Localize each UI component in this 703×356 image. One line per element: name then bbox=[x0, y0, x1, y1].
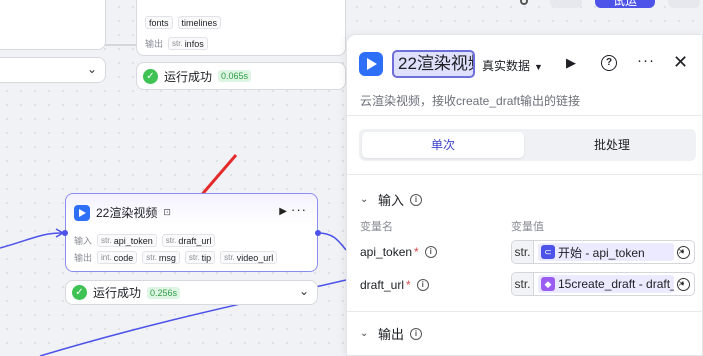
output-tag: timelines bbox=[177, 16, 222, 29]
param-draft-url: draft_url * i bbox=[360, 278, 429, 292]
node-description: 云渲染视频，接收create_draft输出的链接 bbox=[360, 94, 581, 108]
duration-badge: 0.065s bbox=[218, 70, 252, 82]
start-node-icon: ⊂ bbox=[541, 245, 555, 259]
render-video-node[interactable]: 22渲染视频 ⊡ ▶ ··· 输入 str. api_token str. draf… bbox=[65, 193, 318, 272]
caret-down-icon: ▼ bbox=[534, 62, 543, 72]
node-name-input[interactable]: 22渲染视频 bbox=[392, 50, 475, 78]
variable-reference[interactable]: ⊂ 开始 - api_token bbox=[538, 243, 674, 261]
data-mode-select[interactable]: 真实数据 ▼ bbox=[482, 57, 543, 74]
more-icon[interactable]: ··· bbox=[637, 52, 655, 69]
toolbar-menu-button[interactable] bbox=[668, 0, 700, 8]
divider bbox=[347, 311, 703, 312]
help-icon[interactable]: ? bbox=[601, 55, 617, 71]
edge-into-node bbox=[0, 232, 63, 249]
column-header-value: 变量值 bbox=[511, 221, 544, 233]
chevron-down-icon: ⌄ bbox=[360, 328, 369, 339]
output-tag: fonts bbox=[145, 16, 173, 29]
output-tag: str. infos bbox=[168, 37, 208, 50]
check-circle-icon: ✓ bbox=[143, 68, 158, 84]
input-label: 输入 bbox=[74, 236, 93, 246]
type-label: str. bbox=[512, 273, 534, 295]
output-port[interactable] bbox=[315, 230, 321, 236]
input-section-header[interactable]: ⌄ 输入 i bbox=[360, 190, 423, 209]
run-mode-tabs: 单次 批处理 bbox=[359, 129, 696, 161]
output-section-header[interactable]: ⌄ 输出 i bbox=[360, 324, 423, 343]
check-circle-icon: ✓ bbox=[72, 285, 87, 300]
output-tag: str. video_url bbox=[220, 251, 278, 264]
workflow-canvas[interactable]: 试运 ⌄ fonts timelines 输出 str. infos ✓ 运行成功… bbox=[0, 0, 703, 356]
input-tag: str. draft_url bbox=[161, 234, 216, 247]
upstream-node-middle-status[interactable]: ✓ 运行成功 0.065s bbox=[136, 62, 346, 90]
status-text: 运行成功 bbox=[93, 286, 142, 300]
column-header-name: 变量名 bbox=[360, 221, 393, 233]
chevron-down-icon[interactable]: ⌄ bbox=[87, 62, 97, 76]
edge-out-of-node bbox=[317, 232, 347, 251]
variable-picker-icon[interactable] bbox=[677, 278, 690, 291]
close-icon[interactable]: ✕ bbox=[673, 52, 688, 73]
play-icon[interactable]: ▶ bbox=[279, 206, 287, 217]
tab-single[interactable]: 单次 bbox=[362, 132, 524, 158]
upstream-node-middle[interactable]: fonts timelines 输出 str. infos bbox=[136, 0, 346, 56]
node-config-panel: 22渲染视频 真实数据▼ ▶ ? ··· ✕ 云渲染视频，接收create_dr… bbox=[346, 34, 703, 356]
chevron-down-icon: ⌄ bbox=[360, 194, 369, 205]
chevron-down-icon[interactable]: ⌄ bbox=[299, 284, 309, 298]
variable-picker-icon[interactable] bbox=[677, 246, 690, 259]
output-tag: int. code bbox=[97, 251, 138, 264]
play-icon[interactable]: ▶ bbox=[566, 55, 576, 71]
variable-reference[interactable]: ◆ 15create_draft - draft_url bbox=[538, 275, 674, 293]
plugin-badge-icon: ⊡ bbox=[163, 207, 171, 217]
output-label: 输出 bbox=[145, 39, 164, 49]
param-api-token: api_token * i bbox=[360, 245, 437, 259]
param-draft-url-value[interactable]: str. ◆ 15create_draft - draft_url × bbox=[511, 272, 695, 296]
info-icon[interactable]: i bbox=[416, 279, 429, 291]
input-tag: str. api_token bbox=[97, 234, 157, 247]
render-video-node-status[interactable]: ✓ 运行成功 0.256s ⌄ bbox=[65, 280, 318, 305]
more-icon[interactable]: ··· bbox=[291, 202, 307, 217]
info-icon[interactable]: i bbox=[410, 327, 423, 340]
output-label: 输出 bbox=[74, 253, 93, 263]
divider bbox=[347, 174, 703, 175]
upstream-node-left-status[interactable]: ⌄ bbox=[0, 57, 106, 83]
plugin-logo-icon bbox=[359, 52, 383, 76]
node-title: 22渲染视频 bbox=[96, 206, 158, 220]
plugin-node-icon: ◆ bbox=[541, 277, 555, 291]
divider bbox=[347, 115, 703, 116]
tab-batch[interactable]: 批处理 bbox=[531, 132, 693, 158]
run-button[interactable]: 试运 bbox=[595, 0, 655, 8]
plugin-logo-icon bbox=[74, 204, 90, 221]
info-icon[interactable]: i bbox=[410, 193, 423, 206]
param-api-token-value[interactable]: str. ⊂ 开始 - api_token × bbox=[511, 240, 695, 264]
input-port[interactable] bbox=[62, 230, 68, 236]
info-icon[interactable]: i bbox=[424, 246, 437, 258]
output-tag: str. tip bbox=[184, 251, 216, 264]
status-text: 运行成功 bbox=[164, 69, 213, 84]
type-label: str. bbox=[512, 241, 534, 263]
duration-badge: 0.256s bbox=[147, 286, 181, 299]
upstream-node-left[interactable] bbox=[0, 0, 106, 50]
toolbar-extra-button[interactable] bbox=[550, 0, 582, 8]
output-tag: str. msg bbox=[142, 251, 180, 264]
